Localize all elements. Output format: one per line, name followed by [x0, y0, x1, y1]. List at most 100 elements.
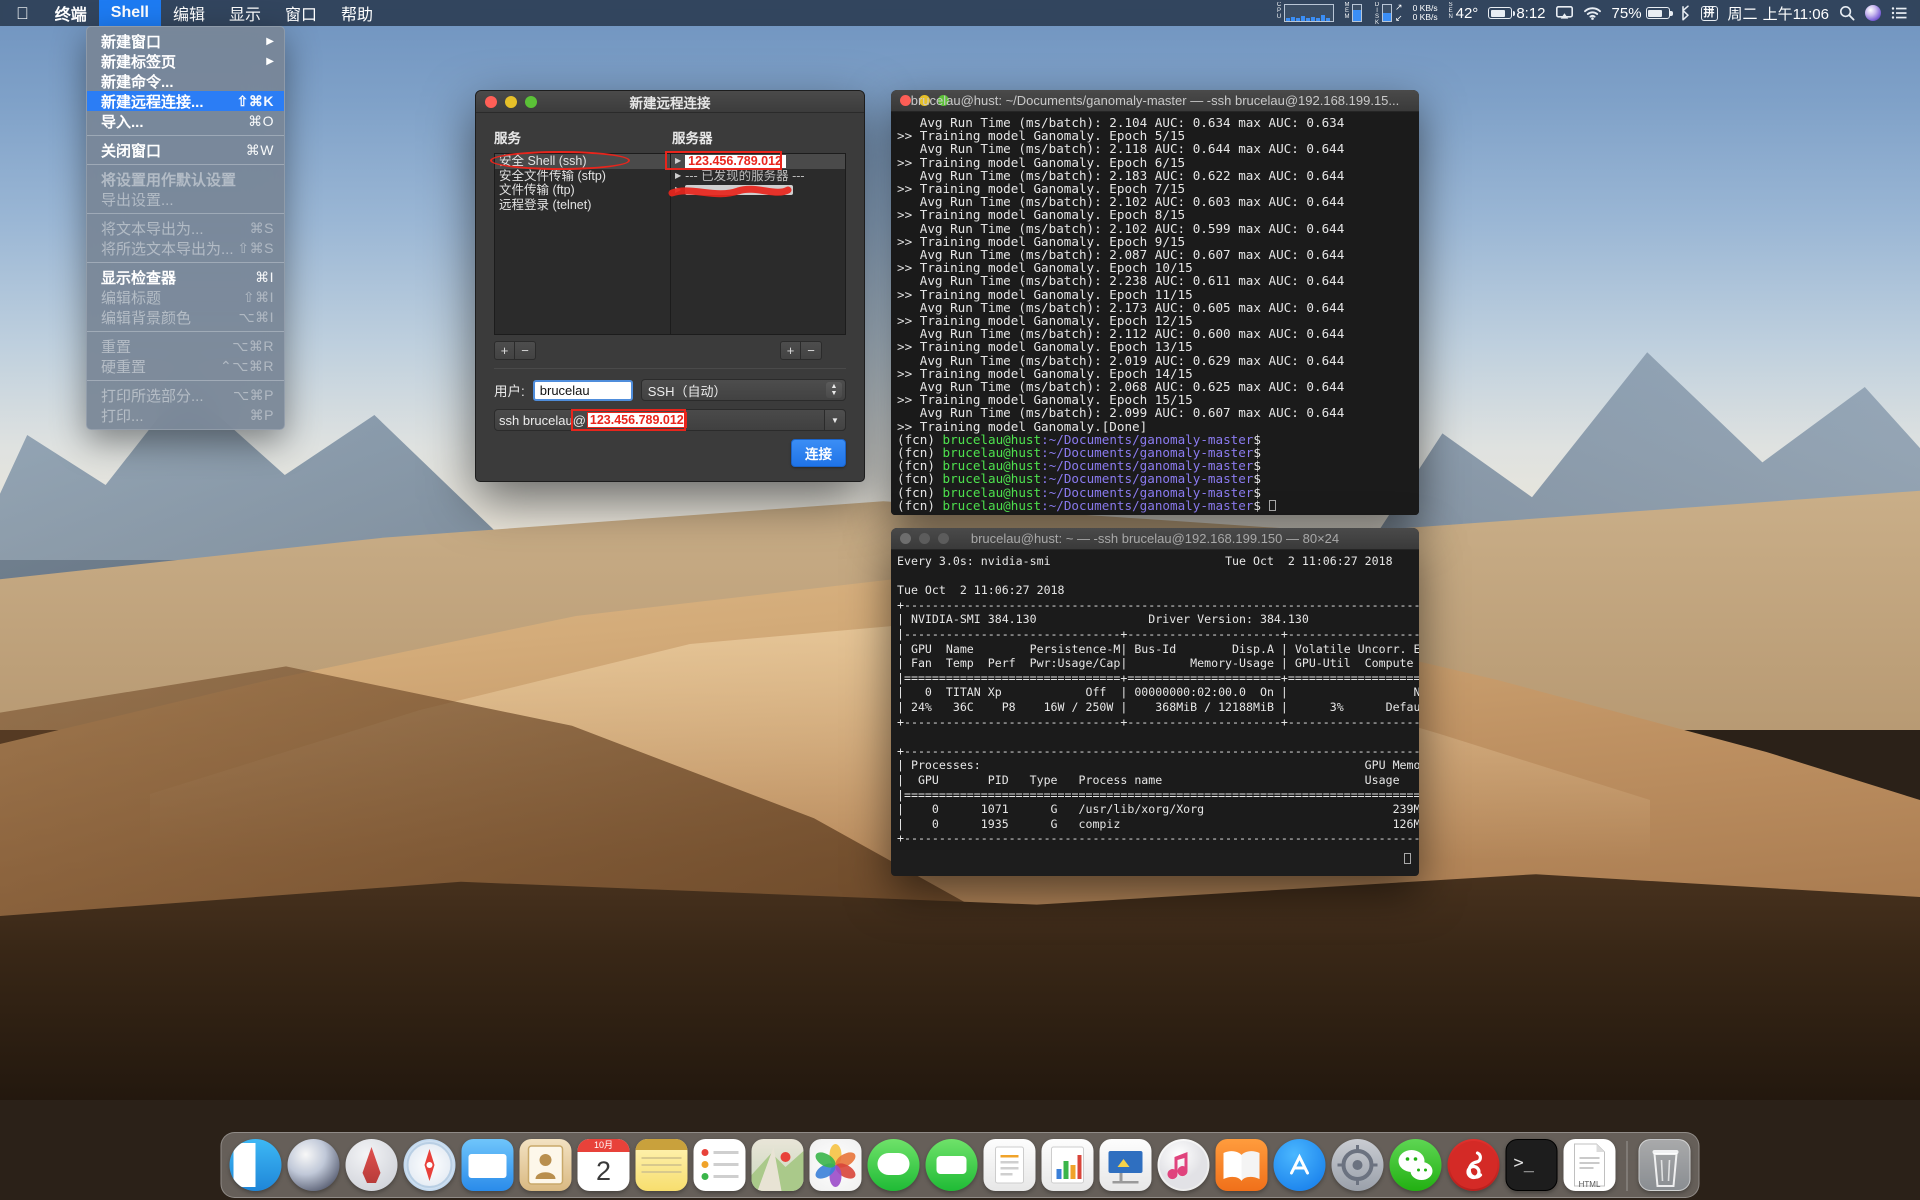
- status-spotlight[interactable]: [1834, 0, 1860, 26]
- dock-item-reminders[interactable]: [694, 1139, 746, 1191]
- dock-item-trash[interactable]: [1639, 1139, 1691, 1191]
- service-item-ssh[interactable]: 安全 Shell (ssh): [495, 154, 670, 169]
- status-disk-monitor[interactable]: DISK ↗↙: [1369, 0, 1408, 26]
- menu-window[interactable]: 窗口: [273, 0, 329, 26]
- stepper-icon[interactable]: ▲▼: [826, 382, 842, 398]
- prompt-path: :~/Documents/ganomaly-master: [1041, 498, 1253, 513]
- connect-button[interactable]: 连接: [791, 439, 846, 467]
- menu-item-label: 重置: [101, 336, 232, 357]
- dock-item-siri[interactable]: [288, 1139, 340, 1191]
- menu-separator: [87, 164, 284, 165]
- dock-item-contacts[interactable]: [520, 1139, 572, 1191]
- dock-item-calendar[interactable]: 10月 2: [578, 1139, 630, 1191]
- remove-service-button[interactable]: −: [515, 341, 536, 360]
- terminal-title-training: brucelau@hust: ~/Documents/ganomaly-mast…: [891, 93, 1419, 108]
- menu-item-show-inspector[interactable]: 显示检查器 ⌘I: [87, 267, 284, 287]
- apple-logo-icon[interactable]: : [0, 0, 43, 26]
- menu-item-new-command[interactable]: 新建命令...: [87, 71, 284, 91]
- status-notification-center[interactable]: [1886, 0, 1912, 26]
- terminal-output-nvidia[interactable]: Every 3.0s: nvidia-smi Tue Oct 2 11:06:2…: [891, 550, 1419, 850]
- menu-item-import[interactable]: 导入... ⌘O: [87, 111, 284, 131]
- user-field-label: 用户:: [494, 380, 525, 400]
- menu-item-close-window[interactable]: 关闭窗口 ⌘W: [87, 140, 284, 160]
- add-service-button[interactable]: +: [494, 341, 515, 360]
- menu-item-new-remote-connection[interactable]: 新建远程连接... ⇧⌘K: [87, 91, 284, 111]
- service-list-controls: + −: [494, 341, 536, 360]
- dock-item-app-store[interactable]: [1274, 1139, 1326, 1191]
- status-memory-monitor[interactable]: MEM: [1339, 0, 1369, 26]
- dock-item-html-file[interactable]: HTML: [1564, 1139, 1616, 1191]
- dock-item-safari[interactable]: [404, 1139, 456, 1191]
- dock-item-messages[interactable]: [868, 1139, 920, 1191]
- dock-item-terminal[interactable]: [1506, 1139, 1558, 1191]
- dock-item-pages[interactable]: [984, 1139, 1036, 1191]
- status-siri[interactable]: [1860, 0, 1886, 26]
- service-item-sftp[interactable]: 安全文件传输 (sftp): [495, 169, 670, 184]
- terminal-titlebar-training[interactable]: brucelau@hust: ~/Documents/ganomaly-mast…: [891, 90, 1419, 112]
- chevron-right-icon: ▶: [266, 36, 274, 47]
- status-wifi[interactable]: [1578, 0, 1607, 26]
- status-clock[interactable]: 周二 上午11:06: [1723, 0, 1834, 26]
- dock-item-ibooks[interactable]: [1216, 1139, 1268, 1191]
- status-bluetooth[interactable]: [1675, 0, 1696, 26]
- nvidia-smi-version: | NVIDIA-SMI 384.130 Driver Version: 384…: [897, 612, 1419, 626]
- dock-item-itunes[interactable]: [1158, 1139, 1210, 1191]
- dock-item-netease-music[interactable]: [1448, 1139, 1500, 1191]
- status-battery[interactable]: 8:12: [1483, 0, 1550, 26]
- user-input[interactable]: [533, 380, 633, 401]
- menu-item-shortcut: ⌥⌘I: [238, 309, 274, 326]
- menu-help[interactable]: 帮助: [329, 0, 385, 26]
- dock-item-finder[interactable]: [230, 1139, 282, 1191]
- menu-shell[interactable]: Shell: [99, 0, 161, 26]
- terminal-window-nvidia-smi[interactable]: brucelau@hust: ~ — -ssh brucelau@192.168…: [891, 528, 1419, 876]
- menu-edit[interactable]: 编辑: [161, 0, 217, 26]
- compass-icon: [404, 1139, 456, 1191]
- status-input-method[interactable]: 拼: [1696, 0, 1723, 26]
- dock-item-maps[interactable]: [752, 1139, 804, 1191]
- dock-item-launchpad[interactable]: [346, 1139, 398, 1191]
- dock-item-photos[interactable]: [810, 1139, 862, 1191]
- menu-item-label: 新建窗口: [101, 31, 260, 52]
- dock-item-keynote[interactable]: [1100, 1139, 1152, 1191]
- prompt-line-active: (fcn) brucelau@hust:~/Documents/ganomaly…: [897, 498, 1276, 513]
- clock-day: 周二: [1728, 3, 1758, 24]
- menu-item-label: 将所选文本导出为...: [101, 238, 237, 259]
- dialog-body: 服务 服务器 安全 Shell (ssh) 安全文件传输 (sftp) 文件传输…: [476, 113, 864, 431]
- terminal-window-training[interactable]: brucelau@hust: ~/Documents/ganomaly-mast…: [891, 90, 1419, 515]
- dock-item-numbers[interactable]: [1042, 1139, 1094, 1191]
- status-airplay[interactable]: [1551, 0, 1578, 26]
- menu-item-new-tab[interactable]: 新建标签页 ▶: [87, 51, 284, 71]
- server-item-manual-ip[interactable]: ▶ 123.456.789.012: [671, 154, 845, 169]
- terminal-output-training[interactable]: Avg Run Time (ms/batch): 2.104 AUC: 0.63…: [891, 112, 1419, 515]
- add-server-button[interactable]: +: [780, 341, 801, 360]
- new-remote-connection-dialog[interactable]: 新建远程连接 服务 服务器 安全 Shell (ssh) 安全文件传输 (sft…: [475, 90, 865, 482]
- server-list[interactable]: ▶ 123.456.789.012 ▶ --- 已发现的服务器 --- ▶: [671, 154, 845, 334]
- protocol-select[interactable]: SSH（自动） ▲▼: [641, 379, 846, 401]
- nvidia-rule: +---------------------------------------…: [897, 744, 1419, 758]
- command-history-dropdown[interactable]: ▼: [824, 409, 846, 431]
- terminal-titlebar-nvidia[interactable]: brucelau@hust: ~ — -ssh brucelau@192.168…: [891, 528, 1419, 550]
- status-cpu-monitor[interactable]: CPU: [1271, 0, 1339, 26]
- menu-terminal[interactable]: 终端: [43, 0, 99, 26]
- menu-view[interactable]: 显示: [217, 0, 273, 26]
- dialog-titlebar[interactable]: 新建远程连接: [476, 91, 864, 113]
- dock-item-notes[interactable]: [636, 1139, 688, 1191]
- gear-icon: [1332, 1139, 1384, 1191]
- service-list[interactable]: 安全 Shell (ssh) 安全文件传输 (sftp) 文件传输 (ftp) …: [495, 154, 671, 334]
- service-item-ftp[interactable]: 文件传输 (ftp): [495, 183, 670, 198]
- service-item-telnet[interactable]: 远程登录 (telnet): [495, 198, 670, 213]
- menu-item-edit-background-color: 编辑背景颜色 ⌥⌘I: [87, 307, 284, 327]
- dock-item-mail[interactable]: [462, 1139, 514, 1191]
- dock-item-wechat[interactable]: [1390, 1139, 1442, 1191]
- status-sensor-monitor[interactable]: SEN 42°: [1443, 0, 1484, 26]
- remove-server-button[interactable]: −: [801, 341, 822, 360]
- menu-item-label: 关闭窗口: [101, 140, 246, 161]
- command-field[interactable]: ssh brucelau@ 123.456.789.012 ▼: [494, 409, 846, 431]
- status-network-monitor[interactable]: 0 KB/s 0 KB/s: [1408, 0, 1443, 26]
- dock-item-facetime[interactable]: [926, 1139, 978, 1191]
- nvidia-process-row-2: | 0 1935 G compiz 126MiB |: [897, 817, 1419, 831]
- server-item-redacted[interactable]: ▶: [671, 183, 845, 198]
- status-battery-percent[interactable]: 75%: [1607, 0, 1675, 26]
- dock-item-system-preferences[interactable]: [1332, 1139, 1384, 1191]
- menu-item-new-window[interactable]: 新建窗口 ▶: [87, 31, 284, 51]
